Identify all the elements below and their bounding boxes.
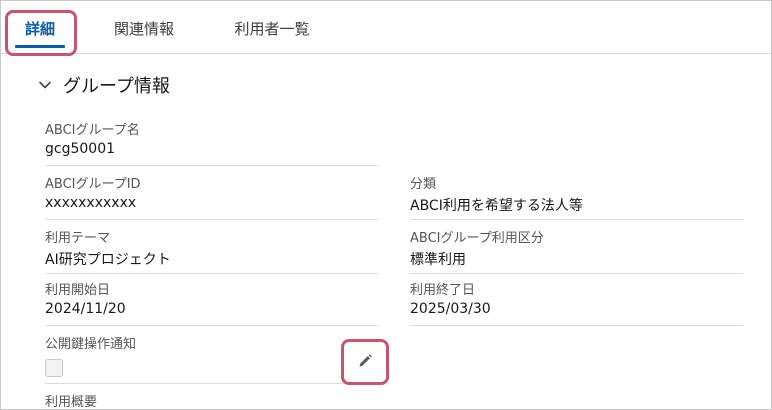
field-value: 標準利用 <box>410 252 466 268</box>
field-label: ABCIグループID <box>45 177 141 192</box>
field-label: 分類 <box>410 177 437 192</box>
chevron-down-icon <box>37 77 53 93</box>
field-group-name: ABCIグループ名 gcg50001 <box>45 119 378 166</box>
field-value: 2025/03/30 <box>410 301 491 317</box>
field-group-id: ABCIグループID xxxxxxxxxxx <box>45 173 378 220</box>
field-summary: 利用概要 <box>45 391 378 410</box>
notify-checkbox[interactable] <box>45 359 63 377</box>
record-detail-panel: 詳細 関連情報 利用者一覧 グループ情報 ABCIグループ名 gcg50001 … <box>0 0 772 410</box>
field-value: AI研究プロジェクト <box>45 252 171 268</box>
field-start-date: 利用開始日 2024/11/20 <box>45 279 378 326</box>
field-usage-class: ABCIグループ利用区分 標準利用 <box>410 227 743 274</box>
field-label: 利用終了日 <box>410 283 476 298</box>
tab-bar: 詳細 関連情報 利用者一覧 <box>1 1 771 54</box>
tab-user-list[interactable]: 利用者一覧 <box>219 1 325 53</box>
field-label: 利用開始日 <box>45 283 111 298</box>
section-header-group-info[interactable]: グループ情報 <box>37 71 170 99</box>
field-key-notification: 公開鍵操作通知 <box>45 333 378 384</box>
field-value: ABCI利用を希望する法人等 <box>410 198 583 214</box>
field-label: 利用概要 <box>45 395 98 410</box>
section-title: グループ情報 <box>63 76 170 97</box>
field-end-date: 利用終了日 2025/03/30 <box>410 279 743 326</box>
field-category: 分類 ABCI利用を希望する法人等 <box>410 173 743 220</box>
edit-button[interactable] <box>347 345 383 381</box>
pencil-icon <box>357 353 373 373</box>
field-theme: 利用テーマ AI研究プロジェクト <box>45 227 378 274</box>
tab-related[interactable]: 関連情報 <box>101 1 187 53</box>
field-label: ABCIグループ名 <box>45 123 140 138</box>
field-value: 2024/11/20 <box>45 301 126 317</box>
field-value: xxxxxxxxxxx <box>45 195 137 211</box>
active-tab-indicator <box>15 45 65 48</box>
field-label: ABCIグループ利用区分 <box>410 231 544 246</box>
field-label: 公開鍵操作通知 <box>45 337 137 352</box>
field-value: gcg50001 <box>45 141 116 157</box>
field-label: 利用テーマ <box>45 231 111 246</box>
